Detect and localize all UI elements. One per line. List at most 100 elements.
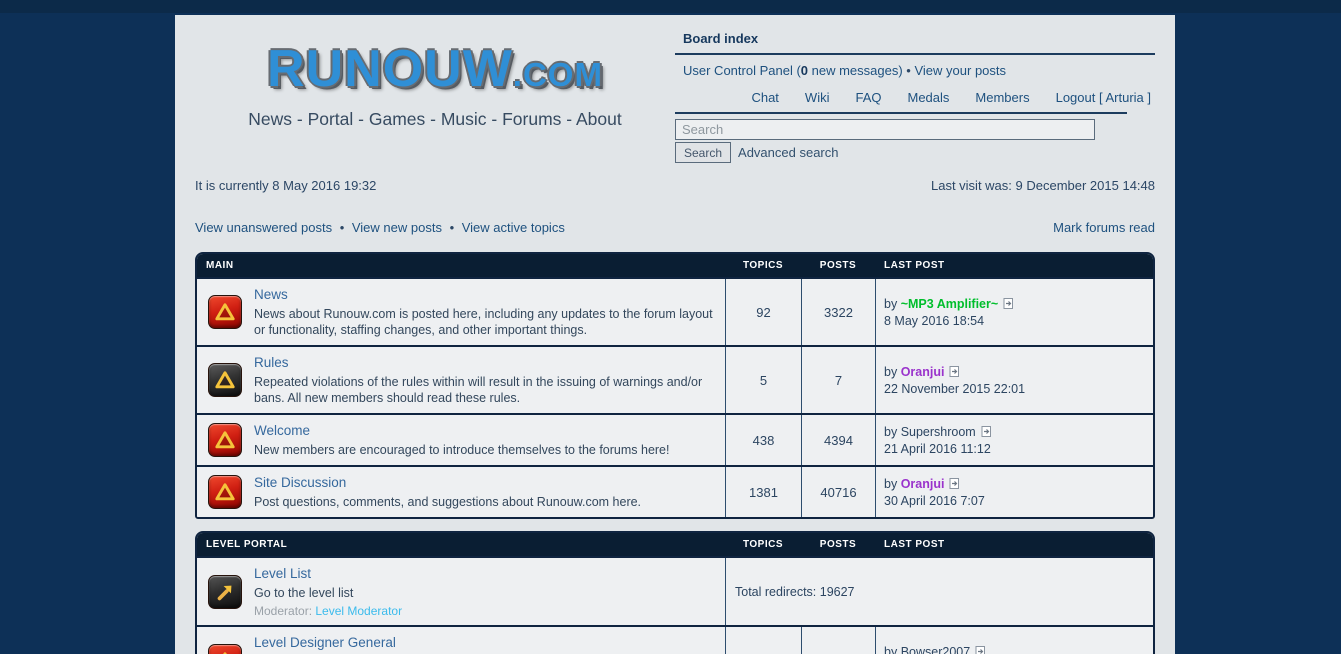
brand-block: RUNOUW.COM News - Portal - Games - Music… <box>195 15 675 163</box>
forum-link-news[interactable]: News <box>254 287 288 302</box>
last-post-by-line: by Bowser2007 <box>884 645 1145 654</box>
header-link-wiki[interactable]: Wiki <box>805 90 830 105</box>
mark-forums-read-link[interactable]: Mark forums read <box>1053 220 1155 235</box>
forum-link-site-discussion[interactable]: Site Discussion <box>254 475 346 490</box>
advanced-search-link[interactable]: Advanced search <box>738 145 838 160</box>
nav-link-forums[interactable]: Forums <box>502 109 561 129</box>
topics-count: 1381 <box>725 467 801 517</box>
forum-text: Welcome New members are encouraged to int… <box>254 422 670 458</box>
forum-cell: News News about Runouw.com is posted here… <box>197 279 725 345</box>
search-input[interactable] <box>675 119 1095 140</box>
last-post-page-icon[interactable] <box>949 477 961 490</box>
last-post-date: 22 November 2015 22:01 <box>884 381 1026 396</box>
last-post-date: 21 April 2016 11:12 <box>884 441 991 456</box>
forum-link-rules[interactable]: Rules <box>254 355 289 370</box>
page-header: RUNOUW.COM News - Portal - Games - Music… <box>195 15 1155 163</box>
view-new-posts-link[interactable]: View new posts <box>352 220 442 235</box>
last-post-user-link[interactable]: Oranjui <box>901 477 945 491</box>
forum-link-level-designer-general[interactable]: Level Designer General <box>254 635 396 650</box>
forum-status-icon <box>208 295 242 329</box>
last-post-page-icon[interactable] <box>949 365 961 378</box>
forum-cell: Welcome New members are encouraged to int… <box>197 415 725 465</box>
topics-column-header: TOPICS <box>742 260 784 271</box>
search-button[interactable]: Search <box>675 142 732 163</box>
header-link-medals[interactable]: Medals <box>907 90 949 105</box>
last-post-page-icon[interactable] <box>975 645 987 654</box>
posts-count: 40716 <box>801 467 875 517</box>
posts-count: 3322 <box>801 279 875 345</box>
total-redirects-cell: Total redirects: 19627 <box>725 558 1153 625</box>
last-post-date: 8 May 2016 18:54 <box>884 313 985 328</box>
forum-row-rules: Rules Repeated violations of the rules wi… <box>197 345 1153 413</box>
last-post-by-line: by Supershroom <box>884 425 1145 439</box>
forum-text: News News about Runouw.com is posted here… <box>254 286 717 338</box>
header-divider-2 <box>675 112 1127 114</box>
last-post-cell: by Supershroom 21 April 2016 11:12 <box>875 415 1153 465</box>
forum-status-icon <box>208 423 242 457</box>
forum-section-main: MAIN TOPICS POSTS LAST POST News News about R… <box>195 252 1155 519</box>
posts-column-header: POSTS <box>819 260 857 271</box>
header-link-members[interactable]: Members <box>975 90 1029 105</box>
view-active-topics-link[interactable]: View active topics <box>462 220 565 235</box>
header-divider <box>675 53 1155 55</box>
last-post-page-icon[interactable] <box>1003 297 1015 310</box>
forum-cell: Level List Go to the level list Moderator:… <box>197 558 725 625</box>
view-unanswered-posts-link[interactable]: View unanswered posts <box>195 220 332 235</box>
last-post-cell: by Oranjui 30 April 2016 7:07 <box>875 467 1153 517</box>
forum-link-welcome[interactable]: Welcome <box>254 423 310 438</box>
last-post-user-link[interactable]: Bowser2007 <box>901 645 971 654</box>
forum-cell: Rules Repeated violations of the rules wi… <box>197 347 725 413</box>
forum-cell: Level Designer GeneralGeneral discussion… <box>197 627 725 654</box>
section-header: MAIN TOPICS POSTS LAST POST <box>197 254 1153 277</box>
forum-moderator-line: Moderator: Level Moderator <box>254 604 403 618</box>
last-post-cell: by Bowser20078 May 2016 2:32 <box>875 627 1153 654</box>
topics-count: 1547 <box>725 627 801 654</box>
section-title: LEVEL PORTAL <box>206 539 288 550</box>
last-post-user-link[interactable]: Supershroom <box>901 425 976 439</box>
last-post-by-line: by ~MP3 Amplifier~ <box>884 297 1145 311</box>
forum-text: Rules Repeated violations of the rules wi… <box>254 354 717 406</box>
redirect-icon <box>208 574 242 609</box>
forum-link-level-list[interactable]: Level List <box>254 566 311 581</box>
forum-status-icon <box>208 643 242 654</box>
board-index-title: Board index <box>683 31 759 46</box>
forum-text: Site Discussion Post questions, comments,… <box>254 474 641 510</box>
ucp-line: User Control Panel (0 new messages) • Vi… <box>675 63 1155 78</box>
forum-sections: MAIN TOPICS POSTS LAST POST News News about R… <box>195 252 1155 654</box>
last-post-cell: by Oranjui 22 November 2015 22:01 <box>875 347 1153 413</box>
forum-row-site-discussion: Site Discussion Post questions, comments,… <box>197 465 1153 517</box>
header-link-chat[interactable]: Chat <box>751 90 778 105</box>
forum-row-level-designer-general: Level Designer GeneralGeneral discussion… <box>197 625 1153 654</box>
nav-link-about[interactable]: About <box>576 109 622 129</box>
forum-description: Go to the level list <box>254 586 354 600</box>
nav-link-music[interactable]: Music <box>441 109 487 129</box>
posts-count: 21559 <box>801 627 875 654</box>
last-post-cell: by ~MP3 Amplifier~ 8 May 2016 18:54 <box>875 279 1153 345</box>
forum-text: Level List Go to the level list Moderator:… <box>254 565 402 618</box>
header-links: Chat Wiki FAQ Medals Members Logout [ Arturia… <box>675 90 1155 105</box>
topics-count: 92 <box>725 279 801 345</box>
forum-row-news: News News about Runouw.com is posted here… <box>197 277 1153 345</box>
last-post-user-link[interactable]: Oranjui <box>901 365 945 379</box>
last-post-page-icon[interactable] <box>981 425 993 438</box>
site-logo[interactable]: RUNOUW.COM <box>195 43 675 95</box>
view-links: View unanswered posts • View new posts •… <box>195 220 565 235</box>
header-link-faq[interactable]: FAQ <box>855 90 881 105</box>
header-link-logout-arturia[interactable]: Logout [ Arturia ] <box>1056 90 1151 105</box>
moderator-link[interactable]: Level Moderator <box>315 604 402 618</box>
nav-link-news[interactable]: News <box>248 109 292 129</box>
forum-description: Repeated violations of the rules within … <box>254 375 703 405</box>
topics-count: 5 <box>725 347 801 413</box>
nav-link-games[interactable]: Games <box>369 109 425 129</box>
last-post-user-link[interactable]: ~MP3 Amplifier~ <box>901 297 999 311</box>
last-post-by-line: by Oranjui <box>884 477 1145 491</box>
user-control-panel-link[interactable]: User Control Panel (0 new messages) <box>683 63 903 78</box>
view-your-posts-link[interactable]: View your posts <box>914 63 1006 78</box>
current-time-text: It is currently 8 May 2016 19:32 <box>195 178 377 193</box>
warning-triangle-glyph <box>222 651 228 654</box>
posts-column-header: POSTS <box>819 539 857 550</box>
nav-link-portal[interactable]: Portal <box>308 109 354 129</box>
ucp-suffix: new messages) <box>808 63 903 78</box>
section-title: MAIN <box>206 260 234 271</box>
last-post-column-header: LAST POST <box>884 260 945 271</box>
